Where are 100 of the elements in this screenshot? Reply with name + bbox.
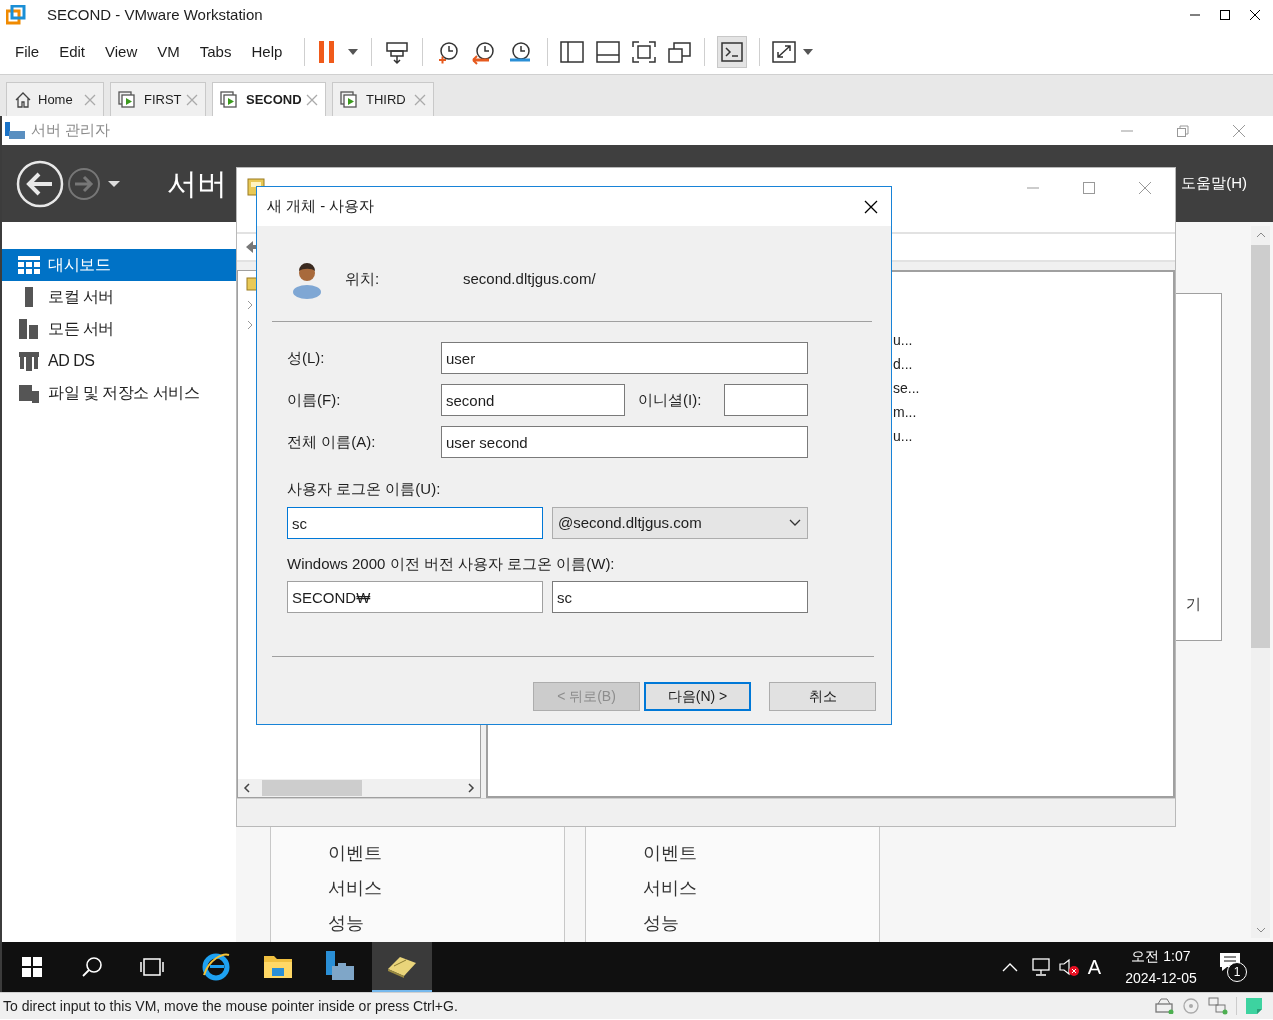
- tab[interactable]: FIRST: [110, 82, 206, 116]
- caret-icon[interactable]: [802, 48, 815, 56]
- window-title: 서버 관리자: [31, 120, 111, 141]
- input-field[interactable]: user: [441, 342, 808, 374]
- app-icon: [263, 953, 293, 979]
- chevron-down-icon: [789, 519, 801, 527]
- caret-icon[interactable]: [107, 179, 121, 188]
- send-keys-icon[interactable]: [384, 39, 411, 65]
- nav-icon: [18, 383, 40, 403]
- nav-item[interactable]: AD DS: [2, 345, 236, 377]
- task-view-icon: [140, 957, 164, 977]
- menu-item[interactable]: Edit: [49, 40, 96, 64]
- nav-item[interactable]: 대시보드: [2, 249, 236, 281]
- dialog-button[interactable]: 취소: [769, 682, 876, 711]
- nav-icon: [18, 351, 40, 371]
- nav-icon: [18, 319, 40, 339]
- status-text: To direct input to this VM, move the mouse pointer inside or press Ctrl+G.: [3, 996, 458, 1016]
- network-icon[interactable]: [1029, 957, 1052, 977]
- expand-icon[interactable]: [246, 319, 254, 331]
- tile-link[interactable]: 성능: [643, 912, 679, 935]
- list-item[interactable]: d...: [893, 354, 1173, 378]
- start-icon: [22, 957, 42, 977]
- field-label: 위치:: [345, 268, 381, 289]
- tab[interactable]: SECOND: [212, 82, 326, 116]
- tile-link[interactable]: 서비스: [643, 877, 697, 900]
- clock[interactable]: 오전 1:07 2024-12-05: [1121, 945, 1201, 989]
- home-icon: [14, 90, 32, 109]
- expand-icon[interactable]: [246, 299, 254, 311]
- input-field[interactable]: sc: [287, 507, 543, 539]
- scroll-left-icon[interactable]: [242, 783, 252, 793]
- location-text: second.dltjgus.com/: [463, 268, 596, 289]
- panel-layout-icon[interactable]: [596, 41, 621, 63]
- list-item[interactable]: se...: [893, 378, 1173, 402]
- menu-item[interactable]: Help: [241, 40, 293, 64]
- terminal-icon: [721, 42, 744, 62]
- tile-link[interactable]: 성능: [328, 912, 364, 935]
- list-item[interactable]: u...: [893, 330, 1173, 354]
- nav-item[interactable]: 모든 서버: [2, 313, 236, 345]
- nav-item[interactable]: 파일 및 저장소 서비스: [2, 377, 236, 409]
- sidebar-layout-icon[interactable]: [560, 41, 585, 63]
- scrollbar[interactable]: [1251, 226, 1270, 938]
- unity-icon[interactable]: [668, 41, 693, 63]
- help-menu[interactable]: 도움말(H): [1181, 172, 1247, 195]
- vm-play-icon: [118, 90, 138, 109]
- panel-link[interactable]: 기: [1186, 592, 1201, 615]
- maximize-icon[interactable]: [1217, 7, 1233, 23]
- input-field[interactable]: [724, 384, 808, 416]
- taskbar-app[interactable]: [372, 942, 432, 992]
- field-label: 이니셜(I):: [638, 389, 703, 410]
- full-screen-icon[interactable]: [632, 41, 657, 63]
- app-icon: [201, 951, 231, 981]
- notification-badge: 1: [1227, 962, 1247, 982]
- speaker-muted-icon[interactable]: [1057, 957, 1080, 977]
- hard-disk-icon[interactable]: [1154, 998, 1174, 1014]
- vm-play-icon: [220, 90, 240, 109]
- app-logo-icon: [6, 5, 26, 25]
- field-label: 성(L):: [287, 347, 326, 368]
- menu-item[interactable]: VM: [147, 40, 190, 64]
- domain-dropdown[interactable]: @second.dltjgus.com: [552, 507, 808, 539]
- search-icon: [81, 956, 103, 978]
- window-title: SECOND - VMware Workstation: [47, 4, 263, 25]
- field-label: 이름(F):: [287, 389, 342, 410]
- app-icon: [324, 950, 356, 982]
- nav-item[interactable]: 로컬 서버: [2, 281, 236, 313]
- notifications-button[interactable]: 1: [1219, 952, 1249, 982]
- close-icon[interactable]: [1247, 7, 1263, 23]
- field-label: 전체 이름(A):: [287, 431, 377, 452]
- note-icon[interactable]: [1245, 997, 1263, 1015]
- menu-item[interactable]: File: [5, 40, 50, 64]
- page-title: 서버: [167, 166, 227, 202]
- dialog-title: 새 개체 - 사용자: [267, 196, 375, 217]
- tab[interactable]: THIRD: [332, 82, 434, 116]
- network-adapter-icon[interactable]: [1208, 997, 1228, 1015]
- input-field[interactable]: second: [441, 384, 625, 416]
- menu-item[interactable]: View: [95, 40, 148, 64]
- list-item[interactable]: m...: [893, 402, 1173, 426]
- horizontal-scrollbar[interactable]: [238, 779, 480, 797]
- console-button[interactable]: [717, 36, 748, 68]
- stretch-icon[interactable]: [772, 41, 797, 63]
- input-field[interactable]: user second: [441, 426, 808, 458]
- server-manager-icon: [4, 120, 26, 141]
- close-icon[interactable]: [863, 198, 879, 215]
- list-item[interactable]: u...: [893, 426, 1173, 450]
- caret-icon[interactable]: [347, 48, 360, 56]
- tile-link[interactable]: 서비스: [328, 877, 382, 900]
- tile-link[interactable]: 이벤트: [643, 842, 697, 865]
- back-icon[interactable]: [16, 159, 64, 208]
- input-language[interactable]: A: [1087, 952, 1101, 982]
- input-field[interactable]: SECOND₩: [287, 581, 543, 613]
- scroll-right-icon[interactable]: [466, 783, 476, 793]
- chevron-up-icon[interactable]: [1001, 962, 1018, 972]
- nav-icon: [18, 256, 40, 274]
- restore-icon[interactable]: [1175, 122, 1191, 139]
- field-label: Windows 2000 이전 버전 사용자 로그온 이름(W):: [287, 555, 616, 573]
- menu-item[interactable]: Tabs: [189, 40, 242, 64]
- field-label: 사용자 로그온 이름(U):: [287, 480, 442, 498]
- dialog-button[interactable]: 다음(N) >: [644, 682, 751, 711]
- tab[interactable]: Home: [6, 82, 104, 116]
- tile-link[interactable]: 이벤트: [328, 842, 382, 865]
- input-field[interactable]: sc: [552, 581, 808, 613]
